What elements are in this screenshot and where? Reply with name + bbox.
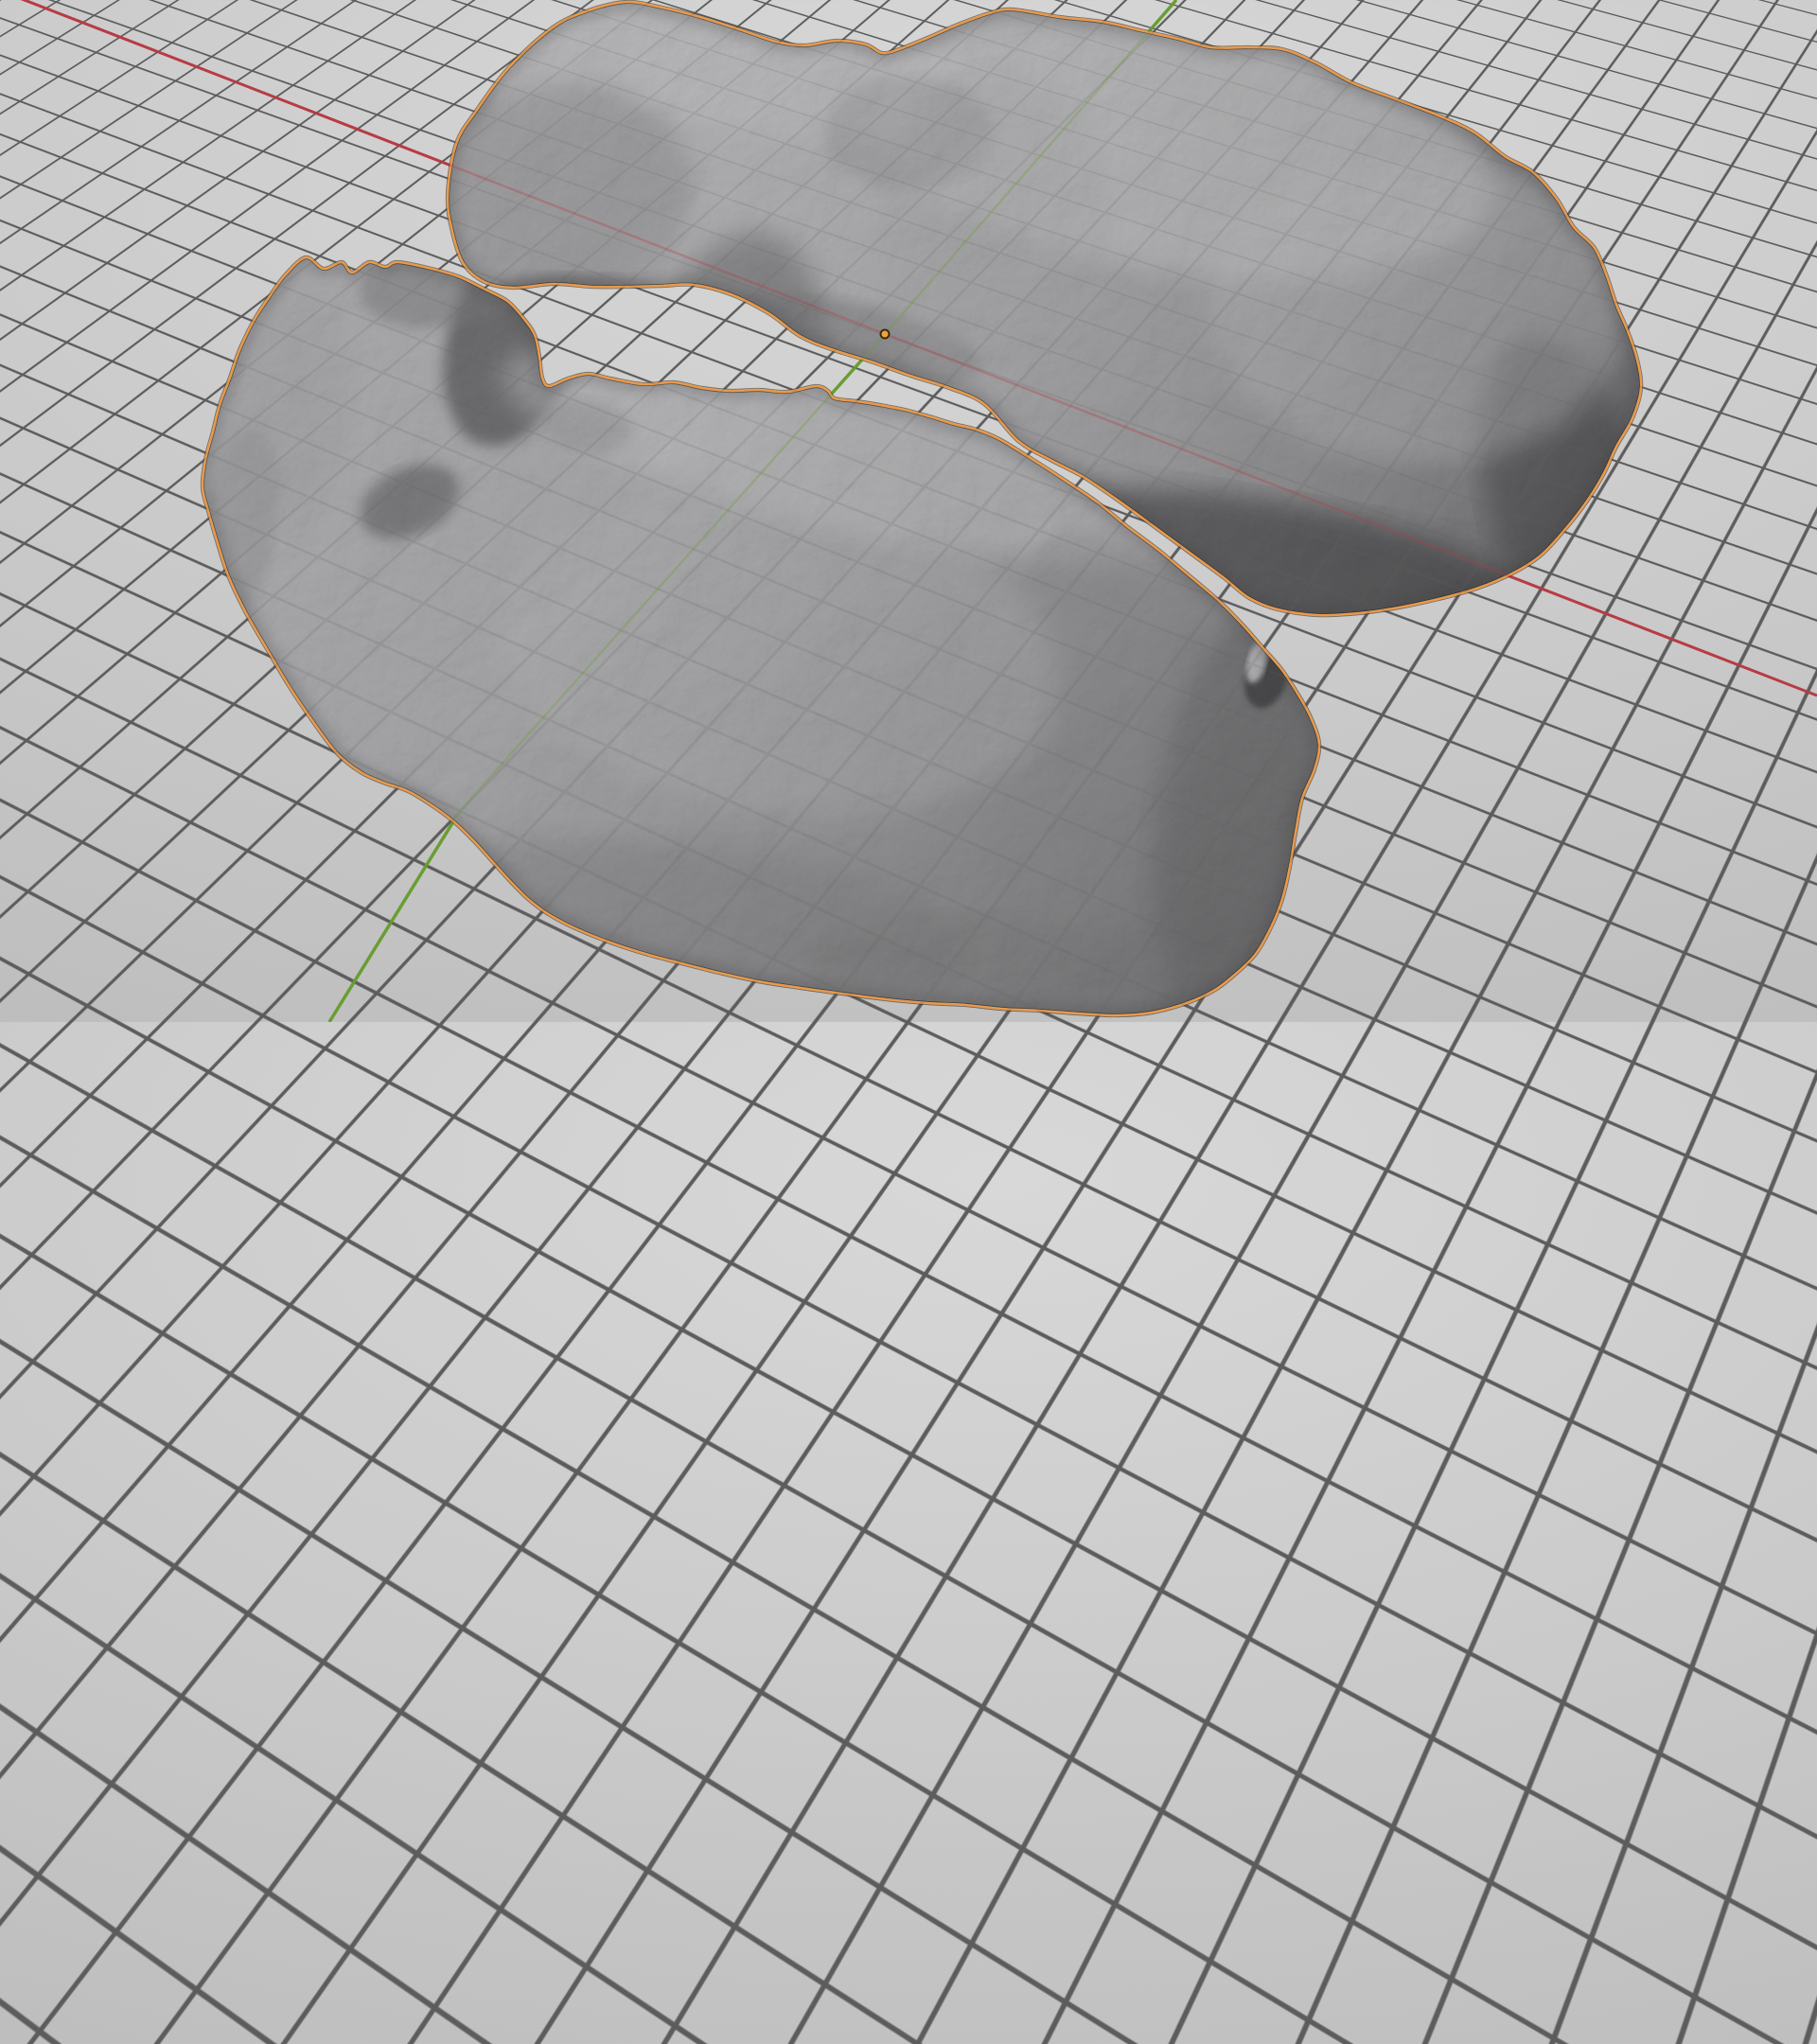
mesh-surface-lower xyxy=(182,207,1344,1022)
mesh-surface-upper xyxy=(374,0,1668,679)
mesh-objects xyxy=(0,0,1817,1022)
y-axis-faint-line xyxy=(329,0,1176,1022)
grid-overlay xyxy=(0,0,1817,1456)
x-axis-faint-line xyxy=(0,0,1817,696)
floor-grid xyxy=(0,0,1817,1456)
mesh-object-upper[interactable] xyxy=(374,0,1668,679)
world-axes-faint xyxy=(0,0,1817,1022)
3d-viewport[interactable] xyxy=(0,0,1817,1022)
x-axis-line xyxy=(0,0,1817,696)
y-axis-line xyxy=(329,0,1176,1022)
object-origin-dot[interactable] xyxy=(880,329,891,340)
world-axes xyxy=(0,0,1817,1022)
mesh-object-lower[interactable] xyxy=(182,207,1344,1022)
